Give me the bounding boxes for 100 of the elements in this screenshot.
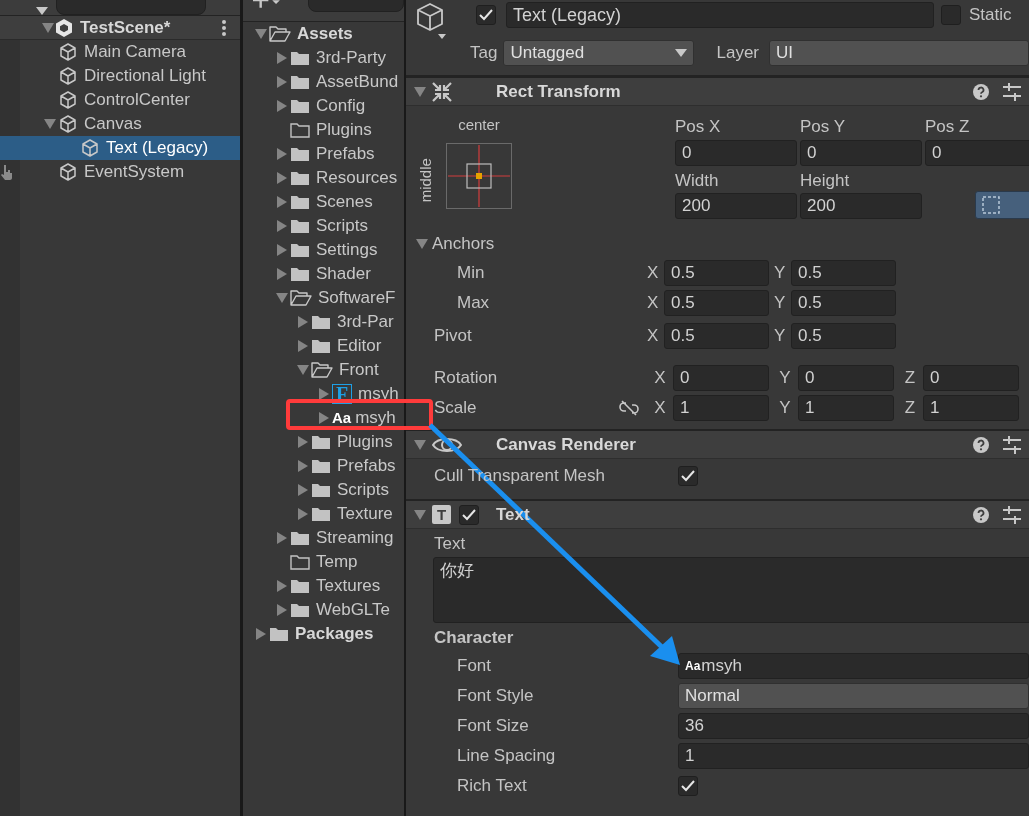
component-header[interactable]: Canvas Renderer [406,429,1029,459]
checkbox[interactable] [678,775,698,796]
number-field[interactable]: 0.5 [791,323,896,349]
expand-arrow[interactable] [277,52,287,64]
project-item[interactable]: Front [243,358,404,382]
number-field[interactable]: 0.5 [791,290,896,316]
number-field[interactable]: 0 [798,365,894,391]
project-item[interactable]: Texture [243,502,404,526]
project-item[interactable]: Config [243,94,404,118]
project-item[interactable]: Plugins [243,430,404,454]
project-item[interactable]: Prefabs [243,454,404,478]
settings-icon[interactable] [1003,435,1021,454]
expand-arrow[interactable] [319,412,329,424]
checkbox[interactable] [678,466,698,486]
number-field[interactable]: 1 [923,395,1019,421]
number-field[interactable]: 0.5 [664,290,769,316]
project-item[interactable]: Prefabs [243,142,404,166]
expand-arrow[interactable] [277,172,287,184]
expand-arrow[interactable] [277,220,287,232]
expand-arrow[interactable] [256,628,266,640]
project-item[interactable]: Temp [243,550,404,574]
number-field[interactable]: 0.5 [664,260,769,286]
expand-arrow[interactable] [298,340,308,352]
expand-arrow[interactable] [277,100,287,112]
hierarchy-item[interactable]: Main Camera [20,40,240,64]
name-field[interactable]: Text (Legacy) [506,2,934,28]
number-field[interactable]: 1 [678,742,1029,769]
help-icon[interactable] [973,506,989,523]
project-item[interactable]: WebGLTe [243,598,404,622]
expand-arrow[interactable] [297,365,309,375]
layer-dropdown[interactable]: UI [769,40,1029,66]
expand-arrow[interactable] [416,239,428,249]
hierarchy-item[interactable]: Text (Legacy) [20,136,240,160]
expand-arrow[interactable] [255,29,267,39]
number-field[interactable]: 0 [923,365,1019,391]
hierarchy-item[interactable]: ControlCenter [20,88,240,112]
expand-arrow[interactable] [44,119,56,129]
expand-arrow[interactable] [298,316,308,328]
number-field[interactable]: 0 [673,365,769,391]
object-field[interactable]: Aamsyh [678,652,1029,679]
expand-arrow[interactable] [298,460,308,472]
project-item[interactable]: Settings [243,238,404,262]
expand-arrow[interactable] [277,76,287,88]
expand-arrow[interactable] [414,86,426,97]
anchor-preset-button[interactable] [446,142,512,209]
expand-arrow[interactable] [276,293,288,303]
project-item[interactable]: Resources [243,166,404,190]
project-item[interactable]: AssetBund [243,70,404,94]
component-header[interactable]: Rect Transform [406,76,1029,106]
project-item[interactable]: Assets [243,22,404,46]
project-item[interactable]: 3rd-Par [243,310,404,334]
project-item[interactable]: Scenes [243,190,404,214]
expand-arrow[interactable] [319,388,329,400]
project-item[interactable]: Plugins [243,118,404,142]
project-item[interactable]: Aa msyh [243,406,404,430]
expand-arrow[interactable] [298,508,308,520]
number-field[interactable]: 200 [800,193,922,219]
hierarchy-item[interactable]: Canvas [20,112,240,136]
project-item[interactable]: Scripts [243,214,404,238]
dropdown[interactable]: Normal [678,682,1029,709]
help-icon[interactable] [973,83,989,100]
number-field[interactable]: 1 [798,395,894,421]
hierarchy-item[interactable]: EventSystem [20,160,240,184]
unlink-icon[interactable] [619,400,639,416]
project-item[interactable]: Editor [243,334,404,358]
expand-arrow[interactable] [298,484,308,496]
expand-arrow[interactable] [414,439,426,450]
enabled-checkbox[interactable] [459,504,479,525]
blueprint-mode-button[interactable] [975,191,1029,219]
project-item[interactable]: Shader [243,262,404,286]
expand-arrow[interactable] [414,509,426,520]
project-item[interactable]: Textures [243,574,404,598]
project-item[interactable]: Scripts [243,478,404,502]
expand-arrow[interactable] [277,244,287,256]
number-field[interactable]: 200 [675,193,797,219]
project-item[interactable]: Streaming [243,526,404,550]
project-item[interactable]: Packages [243,622,404,646]
project-item[interactable]: 3rd-Party [243,46,404,70]
settings-icon[interactable] [1003,505,1021,524]
number-field[interactable]: 0.5 [791,260,896,286]
active-checkbox[interactable] [476,5,496,25]
scene-header[interactable]: TestScene* [0,16,240,40]
expand-arrow[interactable] [277,580,287,592]
expand-arrow[interactable] [277,604,287,616]
expand-arrow[interactable] [277,196,287,208]
expand-arrow[interactable] [277,268,287,280]
number-field[interactable]: 0.5 [664,323,769,349]
number-field[interactable]: 36 [678,712,1029,739]
static-checkbox[interactable] [941,5,961,25]
number-field[interactable]: 0 [800,139,922,166]
expand-arrow[interactable] [277,148,287,160]
plus-icon[interactable] [253,0,280,8]
settings-icon[interactable] [1003,82,1021,101]
number-field[interactable]: 0 [925,139,1029,166]
project-item[interactable]: SoftwareF [243,286,404,310]
text-area[interactable]: 你好 [433,556,1029,623]
expand-arrow[interactable] [42,22,54,33]
expand-arrow[interactable] [298,436,308,448]
more-icon[interactable] [222,19,226,36]
hierarchy-item[interactable]: Directional Light [20,64,240,88]
